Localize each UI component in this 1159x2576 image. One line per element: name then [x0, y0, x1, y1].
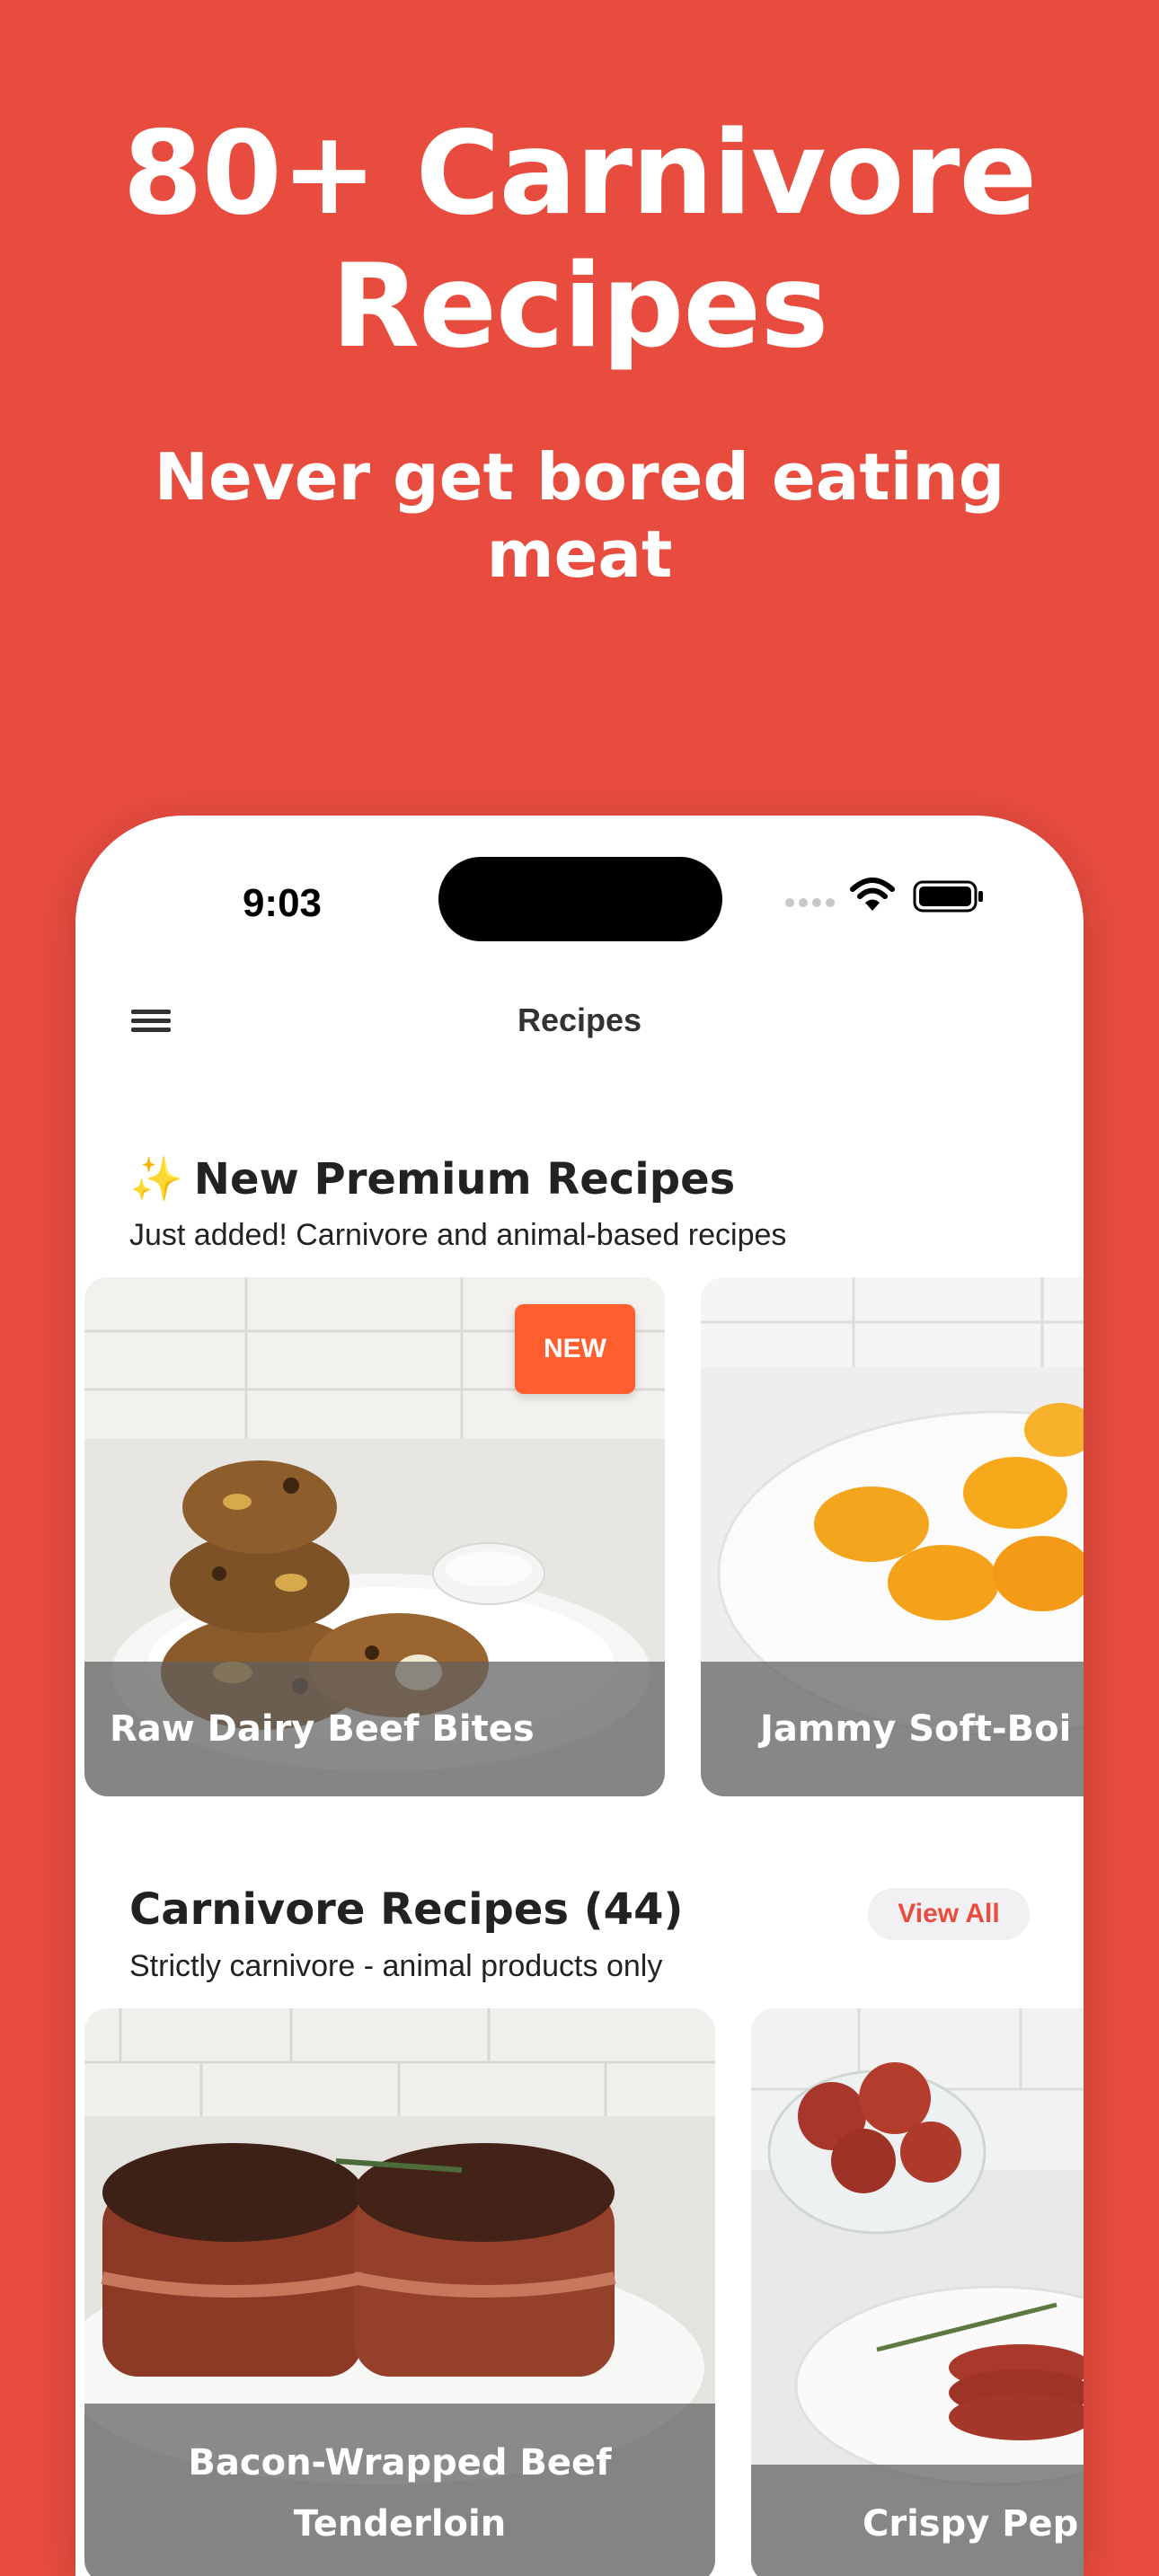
- promo-headline: 80+ Carnivore Recipes: [122, 107, 1038, 374]
- recipe-card-title: Raw Dairy Beef Bites: [84, 1662, 665, 1796]
- dynamic-island: [438, 857, 722, 941]
- recipe-card-bacon-wrapped-beef-tenderloin[interactable]: Bacon-Wrapped Beef Tenderloin: [84, 2008, 715, 2576]
- recipe-card-crispy-pepperoni[interactable]: Crispy Pep: [751, 2008, 1084, 2576]
- battery-icon: [913, 880, 983, 913]
- status-time: 9:03: [242, 881, 323, 925]
- cellular-signal-icon: [785, 898, 836, 909]
- sparkles-icon: ✨: [129, 1154, 183, 1204]
- phone-screen: 9:03 Recipes ✨ New Premium Recipes Just a…: [75, 816, 1084, 2576]
- recipe-card-title: Crispy Pep: [751, 2465, 1084, 2576]
- premium-section-title: ✨ New Premium Recipes: [129, 1153, 735, 1204]
- carnivore-section-subtitle: Strictly carnivore - animal products onl…: [129, 1949, 663, 1983]
- view-all-button[interactable]: View All: [868, 1888, 1030, 1940]
- premium-section-title-text: New Premium Recipes: [193, 1154, 736, 1204]
- recipe-card-title: Bacon-Wrapped Beef Tenderloin: [84, 2404, 715, 2576]
- premium-section-subtitle: Just added! Carnivore and animal-based r…: [129, 1218, 787, 1252]
- promo-subheadline: Never get bored eating meat: [154, 439, 1005, 592]
- carnivore-section-title: Carnivore Recipes (44): [129, 1884, 684, 1935]
- page-title: Recipes: [517, 1001, 642, 1038]
- recipe-card-raw-dairy-beef-bites[interactable]: NEW Raw Dairy Beef Bites: [84, 1277, 665, 1796]
- new-badge: NEW: [515, 1304, 635, 1394]
- recipe-card-title: Jammy Soft-Boi: [701, 1662, 1084, 1796]
- recipe-card-jammy-soft-boiled[interactable]: Jammy Soft-Boi: [701, 1277, 1084, 1796]
- wifi-icon: [850, 878, 895, 911]
